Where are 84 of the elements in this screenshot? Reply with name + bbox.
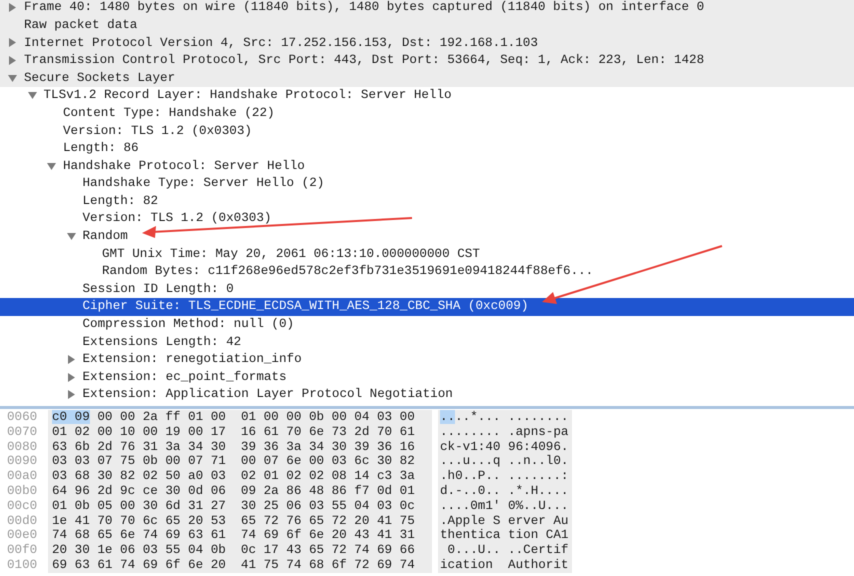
- field-label: Version: TLS 1.2 (0x0303): [63, 122, 252, 140]
- tree-row[interactable]: Handshake Type: Server Hello (2): [0, 174, 854, 193]
- hex-bytes[interactable]: 03 03 07 75 0b 00 07 71 00 07 6e 00 03 6c 30 82: [48, 454, 432, 470]
- hex-bytes[interactable]: 01 02 00 10 00 19 00 17 16 61 70 6e 73 2d 70 61: [48, 424, 432, 440]
- field-label: Random: [82, 228, 128, 246]
- ascii-text[interactable]: ....0m1' 0%..U...: [438, 498, 572, 514]
- field-label: Random Bytes: c11f268e96ed578c2ef3fb731e3519691e09418244f88ef6...: [102, 263, 594, 280]
- ascii-text[interactable]: ck-v1:40 96:4096.: [438, 440, 572, 454]
- tree-row[interactable]: Raw packet data: [0, 16, 854, 34]
- field-label: Content Type: Handshake (22): [63, 104, 275, 122]
- tree-row[interactable]: GMT Unix Time: May 20, 2061 06:13:10.000000000 CST: [0, 245, 854, 263]
- tree-row[interactable]: Frame 40: 1480 bytes on wire (11840 bits), 1480 bytes captured (11840 bits) on interface 0: [0, 0, 854, 17]
- hex-bytes[interactable]: 63 6b 2d 76 31 3a 34 30 39 36 3a 34 30 39 36 16: [48, 440, 432, 454]
- field-label: Transmission Control Protocol, Src Port: 443, Dst Port: 53664, Seq: 1, Ack: 223, Len: 1428: [24, 52, 704, 70]
- byte-offset: 00f0: [6, 543, 38, 558]
- field-label: Extensions Length: 42: [82, 334, 242, 351]
- byte-offset: 00e0: [6, 528, 38, 544]
- field-label: Extension: ec_point_formats: [82, 368, 287, 386]
- tree-row[interactable]: Random: [0, 228, 854, 246]
- hex-bytes[interactable]: c0 09 00 00 2a ff 01 00 01 00 00 0b 00 04 03 00: [48, 410, 432, 425]
- caret-down-icon[interactable]: [47, 162, 56, 171]
- field-label: Frame 40: 1480 bytes on wire (11840 bits), 1480 bytes captured (11840 bits) on interface 0: [24, 0, 704, 16]
- byte-offset: 0070: [6, 424, 38, 440]
- tree-row[interactable]: Random Bytes: c11f268e96ed578c2ef3fb731e3519691e09418244f88ef6...: [0, 262, 854, 280]
- byte-offset: 0080: [6, 440, 38, 454]
- field-label: Extension: renegotiation_info: [82, 351, 302, 368]
- hex-bytes[interactable]: 69 63 61 74 69 6f 6e 20 41 75 74 68 6f 72 69 74: [48, 558, 432, 573]
- tree-row[interactable]: Version: TLS 1.2 (0x0303): [0, 210, 854, 228]
- ascii-text[interactable]: d.-..0.. .*.H....: [438, 484, 572, 499]
- hex-bytes[interactable]: 74 68 65 6e 74 69 63 61 74 69 6f 6e 20 43 41 31: [48, 528, 432, 544]
- byte-offset: 0100: [6, 558, 38, 573]
- caret-down-icon[interactable]: [8, 74, 17, 83]
- field-label: Length: 82: [82, 192, 158, 210]
- field-label: GMT Unix Time: May 20, 2061 06:13:10.000000000 CST: [102, 246, 480, 263]
- caret-right-icon[interactable]: [8, 3, 17, 12]
- ascii-text[interactable]: ........ .apns-pa: [438, 424, 572, 440]
- hex-bytes[interactable]: 1e 41 70 70 6c 65 20 53 65 72 76 65 72 20 41 75: [48, 514, 432, 528]
- byte-offset: 0060: [6, 410, 38, 425]
- caret-down-icon[interactable]: [28, 91, 36, 100]
- ascii-text[interactable]: thentica tion CA1: [438, 528, 572, 544]
- field-label: Handshake Protocol: Server Hello: [63, 158, 305, 175]
- field-label: Internet Protocol Version 4, Src: 17.252.156.153, Dst: 192.168.1.103: [24, 34, 538, 52]
- tree-row[interactable]: Length: 82: [0, 192, 854, 210]
- hex-bytes[interactable]: 20 30 1e 06 03 55 04 0b 0c 17 43 65 72 74 69 66: [48, 543, 432, 558]
- tree-row[interactable]: Extension: Application Layer Protocol Negotiation: [0, 386, 854, 404]
- tree-row[interactable]: Session ID Length: 0: [0, 280, 854, 298]
- field-label: Compression Method: null (0): [82, 316, 294, 334]
- field-label: TLSv1.2 Record Layer: Handshake Protocol: Server Hello: [44, 87, 452, 104]
- byte-offset: 00a0: [6, 469, 38, 484]
- tree-row[interactable]: Version: TLS 1.2 (0x0303): [0, 122, 854, 140]
- tree-row[interactable]: Compression Method: null (0): [0, 316, 854, 334]
- tree-row[interactable]: Transmission Control Protocol, Src Port: 443, Dst Port: 53664, Seq: 1, Ack: 223, Len: 1428: [0, 52, 854, 70]
- tree-row[interactable]: Handshake Protocol: Server Hello: [0, 157, 854, 175]
- field-label: Extension: Application Layer Protocol Negotiation: [82, 386, 453, 404]
- tree-row[interactable]: Extensions Length: 42: [0, 333, 854, 351]
- field-label: Handshake Type: Server Hello (2): [82, 175, 324, 192]
- tree-row[interactable]: Length: 86: [0, 140, 854, 158]
- tree-row[interactable]: Extension: renegotiation_info: [0, 350, 854, 368]
- byte-offset: 00c0: [6, 498, 38, 514]
- ascii-text[interactable]: 0...U.. ..Certif: [438, 543, 572, 558]
- hex-bytes[interactable]: 03 68 30 82 02 50 a0 03 02 01 02 02 08 14 c3 3a: [48, 469, 432, 484]
- tree-row[interactable]: Content Type: Handshake (22): [0, 104, 854, 122]
- caret-down-icon[interactable]: [66, 232, 76, 242]
- tree-row[interactable]: Secure Sockets Layer: [0, 69, 854, 87]
- byte-offset: 00d0: [6, 514, 38, 528]
- ascii-text[interactable]: ....*... ........: [438, 410, 572, 425]
- ascii-text[interactable]: .h0..P.. .......:: [438, 469, 572, 484]
- hex-bytes[interactable]: 01 0b 05 00 30 6d 31 27 30 25 06 03 55 04 03 0c: [48, 498, 432, 514]
- tree-row[interactable]: TLSv1.2 Record Layer: Handshake Protocol: Server Hello: [0, 86, 854, 105]
- field-label: Raw packet data: [24, 16, 138, 34]
- field-label: Cipher Suite: TLS_ECDHE_ECDSA_WITH_AES_128_CBC_SHA (0xc009): [82, 298, 528, 316]
- byte-offset: 0090: [6, 454, 38, 470]
- field-label: Length: 86: [63, 140, 139, 158]
- ascii-text[interactable]: ication Authorit: [438, 558, 572, 573]
- ascii-text[interactable]: ...u...q ..n..l0.: [438, 454, 572, 470]
- tree-row[interactable]: Internet Protocol Version 4, Src: 17.252.156.153, Dst: 192.168.1.103: [0, 34, 854, 52]
- field-label: Session ID Length: 0: [82, 280, 234, 298]
- tree-row[interactable]: Extension: ec_point_formats: [0, 368, 854, 386]
- byte-offset: 00b0: [6, 484, 38, 499]
- tree-row[interactable]: Cipher Suite: TLS_ECDHE_ECDSA_WITH_AES_128_CBC_SHA (0xc009): [0, 298, 854, 316]
- field-label: Version: TLS 1.2 (0x0303): [82, 210, 272, 228]
- field-label: Secure Sockets Layer: [24, 70, 176, 87]
- ascii-text[interactable]: .Apple S erver Au: [438, 514, 572, 528]
- hex-bytes[interactable]: 64 96 2d 9c ce 30 0d 06 09 2a 86 48 86 f7 0d 01: [48, 484, 432, 499]
